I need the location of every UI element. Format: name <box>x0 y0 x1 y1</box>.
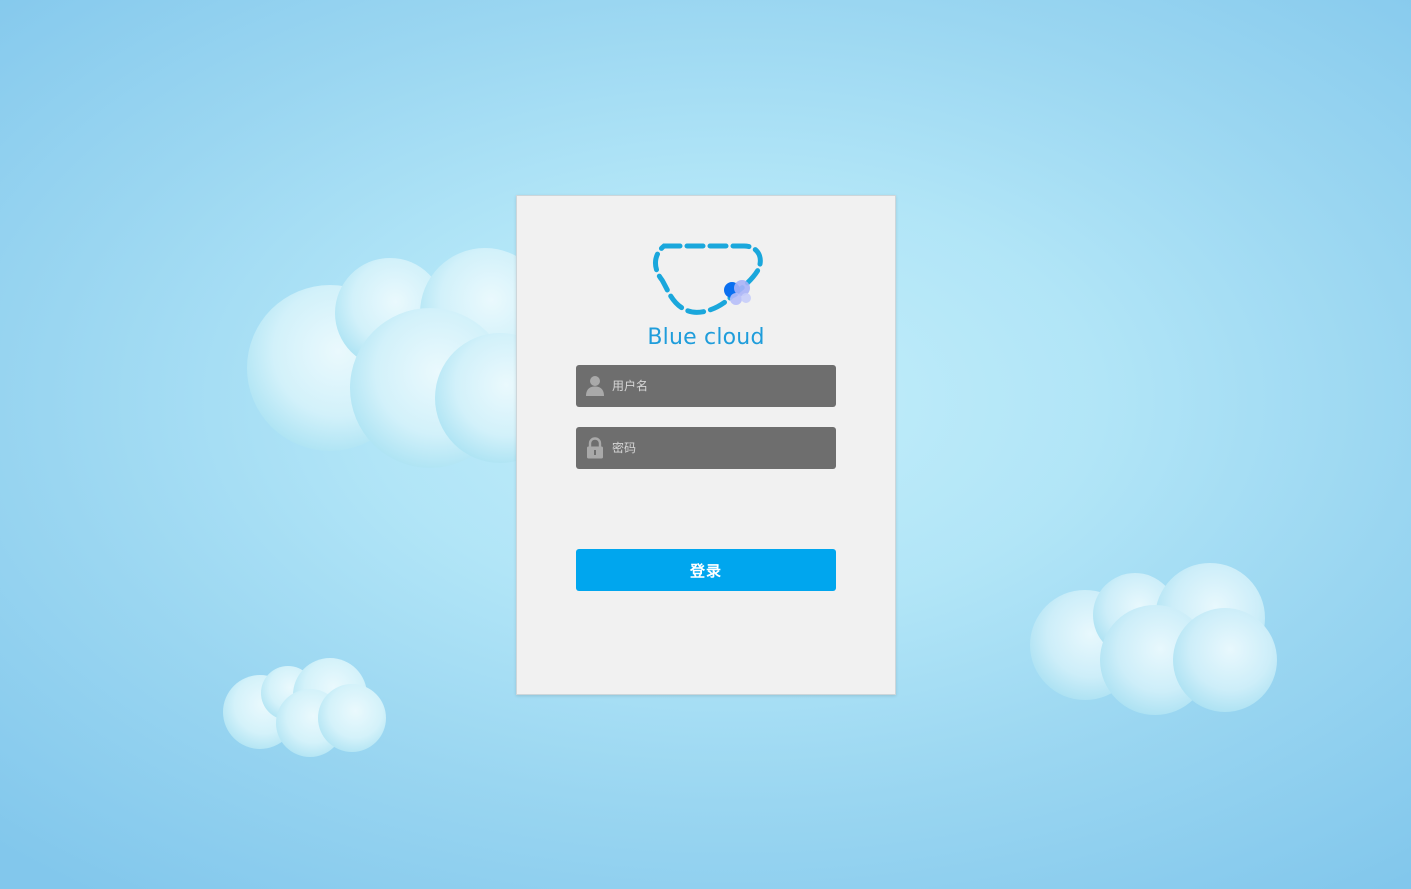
lock-icon <box>587 437 603 459</box>
username-input[interactable] <box>612 365 828 407</box>
dashed-cloud-logo-icon <box>653 243 763 315</box>
password-field[interactable] <box>576 427 836 469</box>
logo: Blue cloud <box>517 240 895 360</box>
cloud-left-large <box>247 248 540 468</box>
login-button[interactable]: 登录 <box>576 549 836 591</box>
username-field[interactable] <box>576 365 836 407</box>
logo-text: Blue cloud <box>647 325 765 350</box>
password-input[interactable] <box>612 427 828 469</box>
login-card: Blue cloud 登录 <box>516 195 896 695</box>
user-icon <box>586 376 604 396</box>
login-page: Blue cloud 登录 <box>0 0 1411 889</box>
cloud-left-small <box>223 658 386 757</box>
cloud-right <box>1030 563 1277 715</box>
